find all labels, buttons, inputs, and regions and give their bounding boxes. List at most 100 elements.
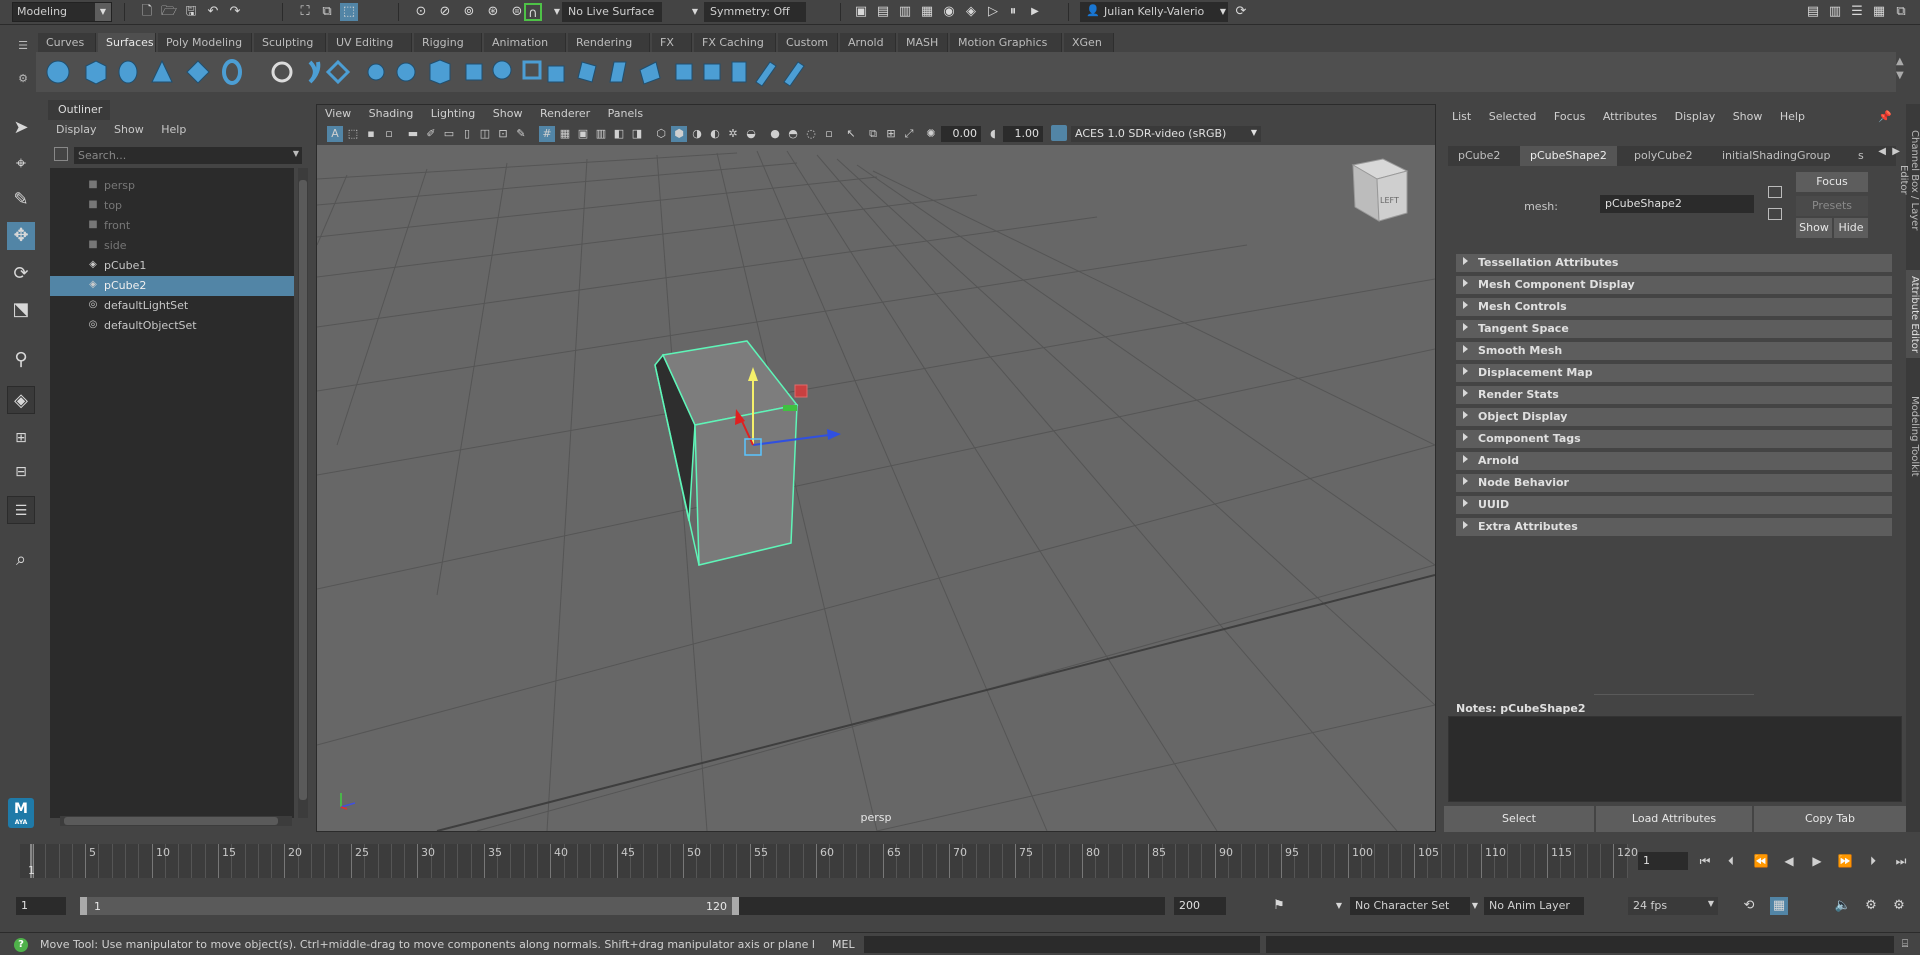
outliner-item[interactable]: ◈ pCube2 — [50, 276, 294, 296]
shelf-tab-curves[interactable]: Curves — [38, 33, 96, 52]
select-component-icon[interactable]: ⬚ — [340, 3, 358, 21]
go-to-input-icon[interactable] — [1768, 186, 1782, 198]
single-pane-layout-icon[interactable]: ◈ — [7, 386, 35, 414]
outliner-menu-show[interactable]: Show — [114, 123, 144, 136]
ae-menu-list[interactable]: List — [1452, 110, 1471, 123]
ae-section-tangent-space[interactable]: Tangent Space — [1456, 320, 1892, 338]
outliner-item[interactable]: ■ top — [50, 196, 294, 216]
arnold-render-icon[interactable]: ◈ — [962, 3, 980, 21]
default-material-icon[interactable]: ▥ — [593, 126, 609, 142]
go-to-end-icon[interactable]: ⏭ — [1892, 853, 1910, 869]
textured-icon[interactable]: ◧ — [611, 126, 627, 142]
fps-select[interactable]: 24 fps ▼ — [1628, 897, 1718, 915]
mel-label[interactable]: MEL — [832, 938, 855, 951]
snap-projected-icon[interactable]: ⊛ — [484, 3, 502, 21]
show-button[interactable]: Show — [1796, 218, 1832, 238]
script-editor-icon[interactable]: ⌸ — [1896, 935, 1914, 953]
menu-set-select[interactable]: Modeling ▼ — [12, 2, 112, 22]
outliner-horizontal-scrollbar[interactable] — [60, 816, 292, 826]
rotate-tool-icon[interactable]: ⟳ — [7, 260, 35, 288]
pin-icon[interactable]: 📌 — [1878, 110, 1892, 123]
save-scene-icon[interactable]: 🖫 — [182, 3, 200, 21]
ae-section-mesh-controls[interactable]: Mesh Controls — [1456, 298, 1892, 316]
safe-action-icon[interactable]: ✎ — [513, 126, 529, 142]
panel-layout-icon[interactable]: ▥ — [1826, 3, 1844, 21]
select-button[interactable]: Select — [1444, 806, 1594, 832]
ae-section-uuid[interactable]: UUID — [1456, 496, 1892, 514]
symmetry-field[interactable]: Symmetry: Off — [704, 2, 806, 22]
auto-key-icon[interactable]: ⚑ — [1270, 897, 1288, 915]
snap-point-icon[interactable]: ⊚ — [460, 3, 478, 21]
undo-icon[interactable]: ↶ — [204, 3, 222, 21]
playback-settings-icon[interactable]: ⚙ — [1890, 897, 1908, 915]
shelf-tab-sculpting[interactable]: Sculpting — [254, 33, 326, 52]
anim-layer-select[interactable]: No Anim Layer — [1484, 897, 1584, 915]
ambient-occlusion-icon[interactable]: ✲ — [725, 126, 741, 142]
new-scene-icon[interactable]: 🗋 — [138, 3, 156, 21]
shelf-tab-custom[interactable]: Custom — [778, 33, 838, 52]
playback-range[interactable] — [80, 897, 736, 915]
grease-pencil-icon[interactable]: ✐ — [423, 126, 439, 142]
view-cube[interactable] — [1351, 158, 1409, 222]
tab-more[interactable]: s — [1848, 146, 1874, 166]
viewport-menu-lighting[interactable]: Lighting — [431, 107, 475, 120]
pause-icon[interactable]: ⏸ — [1004, 3, 1022, 21]
ae-section-mesh-component-display[interactable]: Mesh Component Display — [1456, 276, 1892, 294]
end-time-field[interactable]: 200 — [1174, 897, 1226, 915]
two-pane-layout-icon[interactable]: ⊟ — [7, 458, 35, 486]
ae-section-tessellation-attributes[interactable]: Tessellation Attributes — [1456, 254, 1892, 272]
outliner-menu-help[interactable]: Help — [161, 123, 186, 136]
outliner-item[interactable]: ■ side — [50, 236, 294, 256]
shelf-tab-rigging[interactable]: Rigging — [414, 33, 482, 52]
exposure-icon[interactable]: ✺ — [923, 126, 939, 142]
shadows-icon[interactable]: ◐ — [707, 126, 723, 142]
range-start-handle[interactable] — [80, 897, 87, 915]
loop-icon[interactable]: ⟲ — [1740, 897, 1758, 915]
scroll-thumb[interactable] — [64, 817, 278, 825]
mesh-name-field[interactable]: pCubeShape2 — [1600, 195, 1754, 213]
anim-prefs-icon[interactable]: ⚙ — [1862, 897, 1880, 915]
shaded-icon[interactable]: ⬡ — [653, 126, 669, 142]
layers-icon[interactable]: ⧉ — [1892, 3, 1910, 21]
gate-mask-icon[interactable]: ◫ — [477, 126, 493, 142]
ae-menu-show[interactable]: Show — [1733, 110, 1763, 123]
time-slider-track[interactable]: 5 10 15 20 25 30 35 40 45 50 55 60 65 70 75 80 85 90 95 100… — [20, 844, 1638, 878]
gamma-field[interactable]: 1.00 — [1003, 126, 1043, 142]
ipr-render-icon[interactable]: ▥ — [896, 3, 914, 21]
paint-select-tool-icon[interactable]: ✎ — [7, 186, 35, 214]
lights-icon[interactable]: ◨ — [629, 126, 645, 142]
chevron-right-icon[interactable]: ▶ — [1026, 3, 1044, 21]
shelf-scroll-down-icon[interactable]: ▼ — [1896, 70, 1910, 84]
cache-playback-icon[interactable]: ▦ — [1770, 897, 1788, 915]
layout-icon[interactable]: ▤ — [1804, 3, 1822, 21]
xray-icon[interactable]: ◓ — [785, 126, 801, 142]
safe-title-icon[interactable]: ⊞ — [883, 126, 899, 142]
outliner-vertical-scrollbar[interactable] — [298, 168, 308, 818]
ae-menu-display[interactable]: Display — [1675, 110, 1716, 123]
outliner-search-input[interactable]: Search... ▼ — [74, 147, 302, 164]
search-icon[interactable]: ⌕ — [7, 546, 35, 574]
scene-view[interactable]: LEFT — [317, 145, 1435, 831]
select-hierarchy-icon[interactable]: ⛶ — [296, 3, 314, 21]
select-camera-icon[interactable]: A — [327, 126, 343, 142]
shelf-tab-xgen[interactable]: XGen — [1064, 33, 1114, 52]
go-to-output-icon[interactable] — [1768, 208, 1782, 220]
wireframe-icon[interactable]: ▦ — [557, 126, 573, 142]
tab-pcube2[interactable]: pCube2 — [1448, 146, 1510, 166]
shelf-tab-mash[interactable]: MASH — [898, 33, 948, 52]
chevron-down-icon[interactable]: ▼ — [293, 149, 299, 158]
viewport-canvas[interactable]: LEFT persp — [317, 145, 1435, 831]
viewport-menu-view[interactable]: View — [325, 107, 351, 120]
shelf-tab-motion-graphics[interactable]: Motion Graphics — [950, 33, 1062, 52]
lasso-tool-icon[interactable]: ⌖ — [7, 150, 35, 178]
copy-tab-button[interactable]: Copy Tab — [1754, 806, 1906, 832]
ae-section-object-display[interactable]: Object Display — [1456, 408, 1892, 426]
outliner-filter-icon[interactable] — [54, 147, 68, 161]
outliner-menu-display[interactable]: Display — [56, 123, 97, 136]
resolution-gate-icon[interactable]: ▯ — [459, 126, 475, 142]
wireframe-on-shaded-icon[interactable]: ⬢ — [671, 126, 687, 142]
outliner-item[interactable]: ■ persp — [50, 176, 294, 196]
notes-textarea[interactable] — [1448, 716, 1902, 802]
outliner-layout-icon[interactable]: ☰ — [7, 496, 35, 524]
four-pane-layout-icon[interactable]: ⊞ — [7, 424, 35, 452]
